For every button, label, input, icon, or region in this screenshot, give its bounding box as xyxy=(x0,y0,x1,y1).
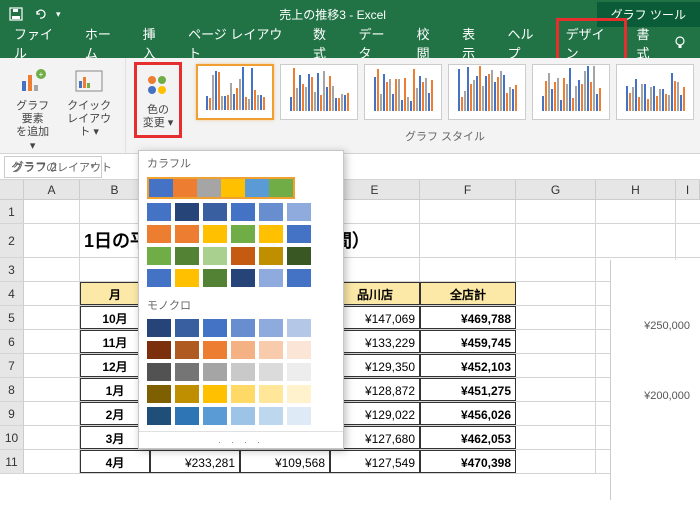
color-swatch[interactable] xyxy=(231,385,255,403)
row-header[interactable]: 6 xyxy=(0,330,24,353)
chart-style-2[interactable] xyxy=(280,64,358,120)
color-swatch[interactable] xyxy=(147,225,171,243)
color-swatch[interactable] xyxy=(203,203,227,221)
color-swatch[interactable] xyxy=(147,385,171,403)
col-header[interactable]: I xyxy=(676,180,700,199)
row-header[interactable]: 8 xyxy=(0,378,24,401)
chart-style-5[interactable] xyxy=(532,64,610,120)
color-swatch[interactable] xyxy=(203,319,227,337)
color-swatch[interactable] xyxy=(287,385,311,403)
color-swatch[interactable] xyxy=(231,407,255,425)
embedded-chart[interactable]: ¥250,000 ¥200,000 xyxy=(610,260,700,500)
col-header[interactable]: A xyxy=(24,180,80,199)
layout-group-label: グラフのレイアウト xyxy=(13,157,112,177)
color-swatch[interactable] xyxy=(203,385,227,403)
row-header[interactable]: 11 xyxy=(0,450,24,473)
svg-text:+: + xyxy=(38,70,43,79)
row-header[interactable]: 7 xyxy=(0,354,24,377)
color-swatch[interactable] xyxy=(287,247,311,265)
color-swatch[interactable] xyxy=(259,203,283,221)
colorful-section-label: カラフル xyxy=(139,151,343,175)
color-swatch[interactable] xyxy=(147,319,171,337)
color-swatch[interactable] xyxy=(231,203,255,221)
color-swatch[interactable] xyxy=(147,269,171,287)
color-swatch[interactable] xyxy=(259,341,283,359)
color-swatch[interactable] xyxy=(175,363,199,381)
worksheet[interactable]: A B C D E F G H I 1 21日の平間） 3 4月品川店全店計 5… xyxy=(0,180,700,474)
select-all-corner[interactable] xyxy=(0,180,24,199)
color-swatch[interactable] xyxy=(231,225,255,243)
color-swatch[interactable] xyxy=(259,225,283,243)
color-swatch[interactable] xyxy=(147,363,171,381)
change-colors-dropdown: カラフル モノクロ . . . . xyxy=(138,150,344,449)
row-header[interactable]: 3 xyxy=(0,258,24,281)
row-header[interactable]: 5 xyxy=(0,306,24,329)
chart-style-1[interactable] xyxy=(196,64,274,120)
tell-me-icon[interactable] xyxy=(672,35,688,51)
color-swatch[interactable] xyxy=(259,385,283,403)
color-swatch[interactable] xyxy=(175,407,199,425)
dropdown-resize-handle[interactable]: . . . . xyxy=(139,431,343,448)
col-header[interactable]: G xyxy=(516,180,596,199)
color-swatch[interactable] xyxy=(231,363,255,381)
row-header[interactable]: 4 xyxy=(0,282,24,305)
color-swatch[interactable] xyxy=(203,341,227,359)
quick-layout-button[interactable]: クイック レイアウト ▾ xyxy=(61,62,117,144)
color-scheme-colorful-1[interactable] xyxy=(147,177,295,199)
color-swatch[interactable] xyxy=(259,407,283,425)
color-swatch[interactable] xyxy=(175,319,199,337)
color-swatch[interactable] xyxy=(147,247,171,265)
color-swatch[interactable] xyxy=(175,385,199,403)
chart-styles-gallery[interactable] xyxy=(190,58,700,126)
change-colors-button[interactable]: 色の 変更 ▾ xyxy=(138,66,178,134)
row-header[interactable]: 1 xyxy=(0,200,24,223)
color-swatch[interactable] xyxy=(259,247,283,265)
add-chart-element-button[interactable]: + グラフ要素 を追加 ▾ xyxy=(8,62,57,157)
color-swatch[interactable] xyxy=(175,341,199,359)
color-swatch[interactable] xyxy=(231,247,255,265)
color-swatch[interactable] xyxy=(259,269,283,287)
row-header[interactable]: 9 xyxy=(0,402,24,425)
color-swatch[interactable] xyxy=(147,203,171,221)
color-swatch[interactable] xyxy=(231,319,255,337)
color-swatch[interactable] xyxy=(287,363,311,381)
col-header[interactable]: F xyxy=(420,180,516,199)
color-swatch[interactable] xyxy=(287,319,311,337)
color-swatch[interactable] xyxy=(231,269,255,287)
color-swatch[interactable] xyxy=(203,407,227,425)
color-swatch[interactable] xyxy=(287,341,311,359)
row-header[interactable]: 2 xyxy=(0,224,24,257)
color-swatch[interactable] xyxy=(231,341,255,359)
color-swatch[interactable] xyxy=(203,269,227,287)
color-swatch[interactable] xyxy=(287,407,311,425)
color-swatch[interactable] xyxy=(287,269,311,287)
color-swatch[interactable] xyxy=(147,341,171,359)
color-swatch[interactable] xyxy=(175,247,199,265)
color-swatch[interactable] xyxy=(147,407,171,425)
row-header[interactable]: 10 xyxy=(0,426,24,449)
styles-group-label: グラフ スタイル xyxy=(190,126,700,146)
color-swatch[interactable] xyxy=(287,203,311,221)
chart-style-3[interactable] xyxy=(364,64,442,120)
ribbon: + グラフ要素 を追加 ▾ クイック レイアウト ▾ グラフのレイアウト 色の … xyxy=(0,58,700,154)
color-swatch[interactable] xyxy=(175,269,199,287)
chart-style-6[interactable] xyxy=(616,64,694,120)
chart-style-4[interactable] xyxy=(448,64,526,120)
mono-section-label: モノクロ xyxy=(139,293,343,317)
color-swatch[interactable] xyxy=(287,225,311,243)
color-swatch[interactable] xyxy=(203,225,227,243)
color-swatch[interactable] xyxy=(203,363,227,381)
color-swatch[interactable] xyxy=(175,203,199,221)
color-swatch[interactable] xyxy=(175,225,199,243)
color-swatch[interactable] xyxy=(259,363,283,381)
col-header[interactable]: H xyxy=(596,180,676,199)
color-swatch[interactable] xyxy=(203,247,227,265)
menubar: ファイル ホーム 挿入 ページ レイアウト 数式 データ 校閲 表示 ヘルプ デ… xyxy=(0,28,700,58)
color-swatch[interactable] xyxy=(259,319,283,337)
